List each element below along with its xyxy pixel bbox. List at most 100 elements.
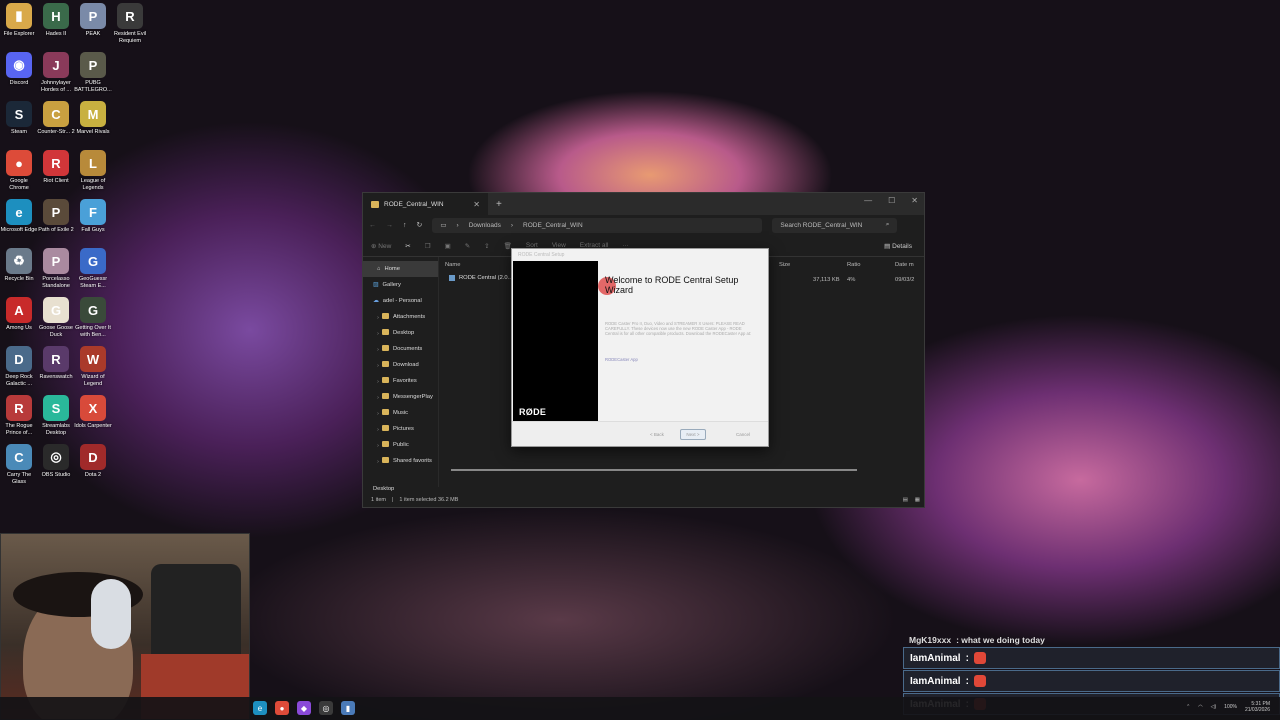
back-arrow-icon[interactable]: ← [369,222,376,229]
share-icon[interactable]: ⇪ [484,242,489,250]
desktop-shortcut[interactable]: G Goose Goose Duck [37,297,75,339]
breadcrumb-rode-central[interactable]: RODE_Central_WIN [523,222,583,229]
desktop-shortcut[interactable]: ♻ Recycle Bin [0,248,38,283]
desktop-shortcut[interactable]: ● Google Chrome [0,150,38,192]
up-arrow-icon[interactable]: ↑ [403,222,407,229]
nav-item-documents[interactable]: › Documents [363,341,438,357]
rodecaster-app-link[interactable]: RODECaster App [605,357,638,362]
chevron-up-icon[interactable]: ⌃ [1186,704,1190,710]
refresh-icon[interactable]: ↻ [417,221,423,229]
obs-icon[interactable]: ◎ [319,701,333,715]
desktop-shortcut[interactable]: ◉ Discord [0,52,38,87]
desktop-shortcut[interactable]: C Counter-Str... 2 [37,101,75,136]
minimize-icon[interactable]: — [864,196,872,205]
new-tab-icon[interactable]: + [496,199,502,210]
chrome-icon[interactable]: ● [275,701,289,715]
nav-item-gallery[interactable]: ▨ Gallery [363,277,438,293]
file-row[interactable]: RODE Central (2.0... [449,275,512,281]
desktop-shortcut[interactable]: G Getting Over It with Ben... [74,297,112,339]
folder-icon: › [377,441,389,449]
nav-item-shared-favorits[interactable]: › Shared favorits [363,453,438,469]
desktop-shortcut[interactable]: S Steam [0,101,38,136]
desktop-shortcut-label: PEAK [85,31,101,37]
close-window-icon[interactable]: ✕ [911,196,918,205]
tile-view-icon[interactable]: ▦ [915,497,920,503]
desktop-shortcut[interactable]: e Microsoft Edge [0,199,38,234]
network-icon[interactable]: ◠ [1198,704,1202,710]
explorer-tab[interactable]: RODE_Central_WIN ✕ [363,193,488,215]
desktop-shortcut[interactable]: D Deep Rock Galactic ... [0,346,38,388]
edge-icon: e [6,199,32,225]
nav-item-music[interactable]: › Music [363,405,438,421]
cancel-button[interactable]: Cancel [730,429,756,440]
desktop-shortcut[interactable]: ◎ OBS Studio [37,444,75,479]
desktop-shortcut[interactable]: G GeoGuessr Steam E... [74,248,112,290]
desktop-shortcut[interactable]: X Idols Carpenter [74,395,112,430]
breadcrumb-downloads[interactable]: Downloads [469,222,501,229]
nav-item-label: Music [392,410,409,416]
maximize-icon[interactable]: ☐ [888,196,895,205]
desktop-shortcut[interactable]: P PUBG BATTLEGRO... [74,52,112,94]
clock[interactable]: 5:31 PM 21/03/2026 [1245,701,1270,713]
desktop-shortcut[interactable]: C Carry The Glass [0,444,38,486]
forward-arrow-icon[interactable]: → [386,222,393,229]
nav-item-label: Shared favorits [392,458,432,464]
desktop-shortcut[interactable]: R Resident Evil Requiem [111,3,149,45]
list-view-icon[interactable]: ▤ [903,497,908,503]
desktop-shortcut[interactable]: F Fall Guys [74,199,112,234]
desktop-shortcut[interactable]: P Porcelasso Standalone [37,248,75,290]
desktop-shortcut[interactable]: S Streamlabs Desktop [37,395,75,437]
new-button[interactable]: ⊕ New [371,242,391,250]
horizontal-scrollbar[interactable] [451,469,857,471]
details-button[interactable]: ▤ Details [884,242,912,250]
nav-item-desktop[interactable]: › Desktop [363,325,438,341]
desktop-shortcut[interactable]: H Hades II [37,3,75,38]
nav-item-download[interactable]: › Download [363,357,438,373]
folder-icon[interactable]: ▮ [341,701,355,715]
back-button[interactable]: < Back [644,429,670,440]
nav-item-label: Pictures [392,426,414,432]
twitch-icon[interactable]: ◆ [297,701,311,715]
desktop-shortcut[interactable]: P PEAK [74,3,112,38]
desktop-shortcut[interactable]: ▮ File Explorer [0,3,38,38]
paste-icon[interactable]: ▣ [445,242,451,250]
desktop-shortcut[interactable]: P Path of Exile 2 [37,199,75,234]
cut-icon[interactable]: ✂ [405,242,410,250]
search-input[interactable]: Search RODE_Central_WIN ⌕ [772,217,898,233]
desktop-shortcut-label: Porcelasso Standalone [42,276,70,289]
file-ratio: 4% [847,277,856,283]
column-name[interactable]: Name [445,262,460,268]
column-date[interactable]: Date m [895,262,914,268]
carry-glass-icon: C [6,444,32,470]
copy-icon[interactable]: ❐ [425,242,431,250]
nav-item-home[interactable]: ⌂ Home [363,261,438,277]
volume-icon[interactable]: ◁) [1211,704,1217,710]
rename-icon[interactable]: ✎ [465,242,470,250]
lol-icon: L [80,150,106,176]
desktop-shortcut[interactable]: J Johnnylayer Hordes of ... [37,52,75,94]
desktop-shortcut[interactable]: R Riot Client [37,150,75,185]
column-ratio[interactable]: Ratio [847,262,861,268]
desktop-shortcut[interactable]: D Dota 2 [74,444,112,479]
desktop-shortcut[interactable]: R Ravenswatch [37,346,75,381]
setup-wizard-dialog[interactable]: RODE Central Setup RØDE Welcome to RODE … [511,248,769,447]
getting-over-it-icon: G [80,297,106,323]
desktop-shortcut[interactable]: M Marvel Rivals [74,101,112,136]
edge-icon[interactable]: e [253,701,267,715]
column-size[interactable]: Size [779,262,790,268]
desktop-shortcut[interactable]: W Wizard of Legend [74,346,112,388]
wizard-side-banner: RØDE [513,261,598,423]
nav-item-messengerplay[interactable]: › MessengerPlay [363,389,438,405]
nav-item-favorites[interactable]: › Favorites [363,373,438,389]
folder-icon: › [377,345,389,353]
close-tab-icon[interactable]: ✕ [473,200,480,209]
nav-item-attachments[interactable]: › Attachments [363,309,438,325]
nav-item-pictures[interactable]: › Pictures [363,421,438,437]
nav-item-public[interactable]: › Public [363,437,438,453]
address-bar[interactable]: ▭ › Downloads › RODE_Central_WIN [432,217,763,233]
desktop-shortcut[interactable]: L League of Legends [74,150,112,192]
nav-item-adel-personal[interactable]: ☁ adel - Personal [363,293,438,309]
desktop-shortcut[interactable]: R The Rogue Prince of... [0,395,38,437]
next-button[interactable]: Next > [680,429,706,440]
desktop-shortcut[interactable]: A Among Us [0,297,38,332]
